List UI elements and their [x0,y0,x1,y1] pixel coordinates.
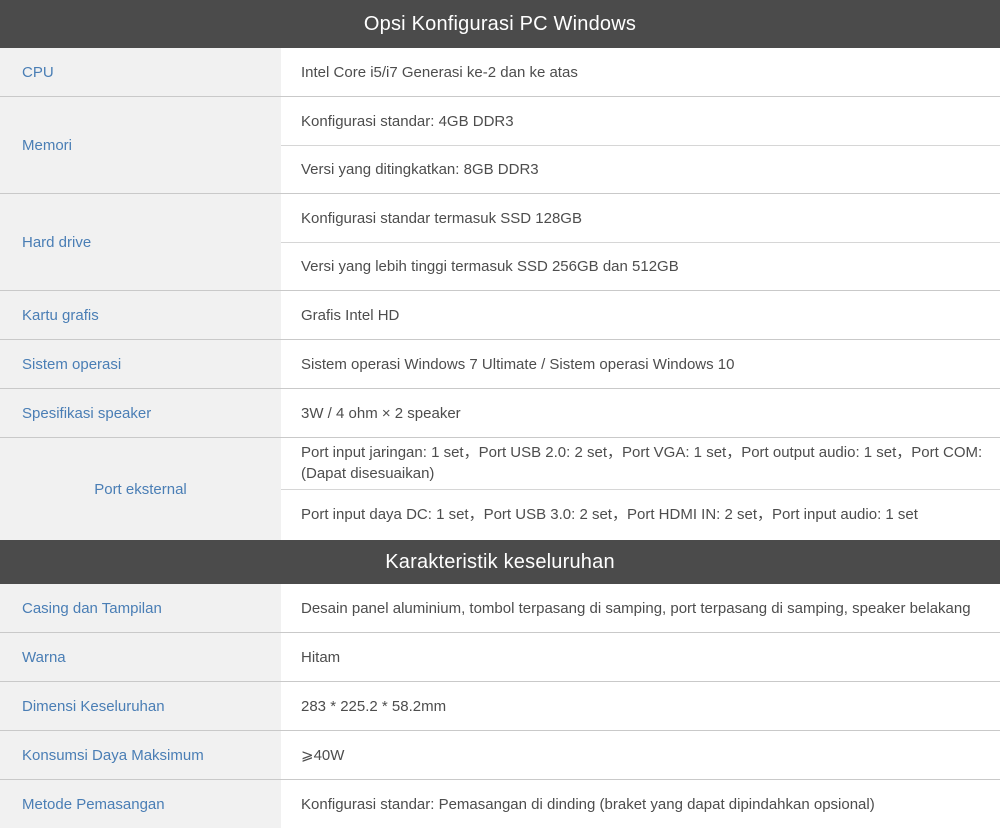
value-cell: Versi yang ditingkatkan: 8GB DDR3 [281,145,1000,193]
table-row: Spesifikasi speaker3W / 4 ohm × 2 speake… [0,388,1000,437]
value-cell: ⩾40W [281,731,1000,779]
row-values: Grafis Intel HD [281,291,1000,339]
row-label: Metode Pemasangan [0,780,281,828]
table-row: CPUIntel Core i5/i7 Generasi ke-2 dan ke… [0,48,1000,96]
value-cell: Hitam [281,633,1000,681]
spec-section: Karakteristik keseluruhanCasing dan Tamp… [0,540,1000,828]
spec-table: Opsi Konfigurasi PC WindowsCPUIntel Core… [0,0,1000,828]
table-row: Port eksternalPort input jaringan: 1 set… [0,437,1000,540]
row-label: Hard drive [0,194,281,290]
value-cell: 3W / 4 ohm × 2 speaker [281,389,1000,437]
row-values: Port input jaringan: 1 set，Port USB 2.0:… [281,438,1000,540]
row-values: Sistem operasi Windows 7 Ultimate / Sist… [281,340,1000,388]
row-label: Kartu grafis [0,291,281,339]
value-cell: Versi yang lebih tinggi termasuk SSD 256… [281,242,1000,290]
row-values: Konfigurasi standar: Pemasangan di dindi… [281,780,1000,828]
table-row: Konsumsi Daya Maksimum⩾40W [0,730,1000,779]
row-label: Konsumsi Daya Maksimum [0,731,281,779]
value-cell: Intel Core i5/i7 Generasi ke-2 dan ke at… [281,48,1000,96]
table-row: Kartu grafisGrafis Intel HD [0,290,1000,339]
row-label: Port eksternal [0,438,281,540]
row-label: CPU [0,48,281,96]
value-cell: Konfigurasi standar termasuk SSD 128GB [281,194,1000,242]
section-title: Karakteristik keseluruhan [0,540,1000,584]
row-label: Warna [0,633,281,681]
table-row: Dimensi Keseluruhan283 * 225.2 * 58.2mm [0,681,1000,730]
value-cell: Port input jaringan: 1 set，Port USB 2.0:… [281,438,1000,489]
row-label: Memori [0,97,281,193]
row-values: Desain panel aluminium, tombol terpasang… [281,584,1000,632]
section-title: Opsi Konfigurasi PC Windows [0,0,1000,48]
value-cell: Desain panel aluminium, tombol terpasang… [281,584,1000,632]
value-cell: Sistem operasi Windows 7 Ultimate / Sist… [281,340,1000,388]
row-values: 3W / 4 ohm × 2 speaker [281,389,1000,437]
row-values: ⩾40W [281,731,1000,779]
row-values: Intel Core i5/i7 Generasi ke-2 dan ke at… [281,48,1000,96]
table-row: WarnaHitam [0,632,1000,681]
row-values: Konfigurasi standar termasuk SSD 128GBVe… [281,194,1000,290]
value-cell: 283 * 225.2 * 58.2mm [281,682,1000,730]
row-values: Konfigurasi standar: 4GB DDR3Versi yang … [281,97,1000,193]
table-row: Metode PemasanganKonfigurasi standar: Pe… [0,779,1000,828]
value-cell: Konfigurasi standar: Pemasangan di dindi… [281,780,1000,828]
row-values: Hitam [281,633,1000,681]
table-row: Hard driveKonfigurasi standar termasuk S… [0,193,1000,290]
value-cell: Grafis Intel HD [281,291,1000,339]
table-row: Sistem operasiSistem operasi Windows 7 U… [0,339,1000,388]
table-row: Casing dan TampilanDesain panel aluminiu… [0,584,1000,632]
row-label: Casing dan Tampilan [0,584,281,632]
spec-section: Opsi Konfigurasi PC WindowsCPUIntel Core… [0,0,1000,540]
value-cell: Port input daya DC: 1 set，Port USB 3.0: … [281,489,1000,541]
value-cell: Konfigurasi standar: 4GB DDR3 [281,97,1000,145]
row-label: Sistem operasi [0,340,281,388]
row-label: Spesifikasi speaker [0,389,281,437]
table-row: MemoriKonfigurasi standar: 4GB DDR3Versi… [0,96,1000,193]
row-values: 283 * 225.2 * 58.2mm [281,682,1000,730]
row-label: Dimensi Keseluruhan [0,682,281,730]
